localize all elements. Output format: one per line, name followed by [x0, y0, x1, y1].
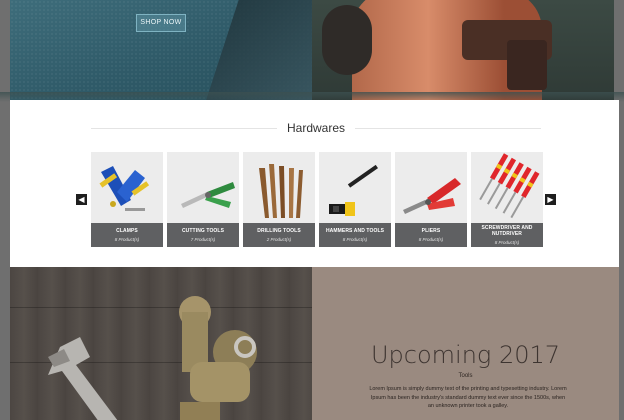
- section-title: Hardwares: [286, 121, 346, 135]
- hammer-image: [319, 152, 391, 224]
- hardwares-section: Hardwares ◀ ▶ CLAMPS 8 Product(s) CUTTIN…: [10, 100, 619, 267]
- category-caption: HAMMERS AND TOOLS 8 Product(s): [319, 223, 391, 247]
- section-header: Hardwares: [91, 121, 541, 135]
- chevron-left-icon[interactable]: ◀: [76, 194, 87, 205]
- product-carousel: CLAMPS 8 Product(s) CUTTING TOOLS 7 Prod…: [91, 152, 543, 247]
- promo-text-panel: Upcoming 2017 Tools Lorem Ipsum is simpl…: [312, 267, 619, 420]
- promo-body: Lorem Ipsum is simply dummy text of the …: [369, 386, 567, 409]
- category-card-drilling-tools[interactable]: DRILLING TOOLS 2 Product(s): [243, 152, 315, 247]
- category-card-screwdriver-and-nutdriver[interactable]: SCREWDRIVER AND NUTDRIVER 8 Product(s): [471, 152, 543, 247]
- promo-subheading: Tools: [458, 373, 473, 379]
- category-count: 8 Product(s): [418, 237, 444, 242]
- category-card-pliers[interactable]: PLIERS 8 Product(s): [395, 152, 467, 247]
- wrench-image: [48, 337, 118, 420]
- category-name: CUTTING TOOLS: [181, 228, 225, 234]
- pliers-image: [395, 152, 467, 224]
- hero-right-image: [312, 0, 614, 100]
- category-card-cutting-tools[interactable]: CUTTING TOOLS 7 Product(s): [167, 152, 239, 247]
- category-name: CLAMPS: [116, 228, 138, 234]
- category-card-clamps[interactable]: CLAMPS 8 Product(s): [91, 152, 163, 247]
- chevron-right-icon[interactable]: ▶: [545, 194, 556, 205]
- category-count: 8 Product(s): [342, 237, 368, 242]
- drill-bits-image: [243, 152, 315, 224]
- category-name: DRILLING TOOLS: [257, 228, 301, 234]
- screwdriver-set-image: [471, 152, 543, 224]
- hero-banner: SHOP NOW: [10, 0, 614, 100]
- category-caption: CLAMPS 8 Product(s): [91, 223, 163, 247]
- promo-heading: Upcoming 2017: [370, 341, 561, 369]
- category-name: PLIERS: [421, 228, 441, 234]
- page: SHOP NOW Hardwares ◀ ▶ CLAMPS 8 Product(…: [0, 0, 624, 420]
- shop-now-button[interactable]: SHOP NOW: [136, 14, 186, 32]
- category-name: HAMMERS AND TOOLS: [325, 228, 385, 234]
- clamps-image: [91, 152, 163, 224]
- promo-image: [10, 267, 312, 420]
- category-caption: CUTTING TOOLS 7 Product(s): [167, 223, 239, 247]
- category-caption: DRILLING TOOLS 2 Product(s): [243, 223, 315, 247]
- category-caption: SCREWDRIVER AND NUTDRIVER 8 Product(s): [471, 223, 543, 247]
- category-caption: PLIERS 8 Product(s): [395, 223, 467, 247]
- hero-left-image: SHOP NOW: [10, 0, 312, 100]
- pruning-shears-image: [167, 152, 239, 224]
- category-name: SCREWDRIVER AND NUTDRIVER: [481, 225, 533, 237]
- category-count: 8 Product(s): [494, 240, 520, 245]
- promo-section: Upcoming 2017 Tools Lorem Ipsum is simpl…: [10, 267, 619, 420]
- category-count: 2 Product(s): [266, 237, 292, 242]
- category-card-hammers-and-tools[interactable]: HAMMERS AND TOOLS 8 Product(s): [319, 152, 391, 247]
- category-count: 8 Product(s): [114, 237, 140, 242]
- category-count: 7 Product(s): [190, 237, 216, 242]
- valve-image: [179, 296, 257, 420]
